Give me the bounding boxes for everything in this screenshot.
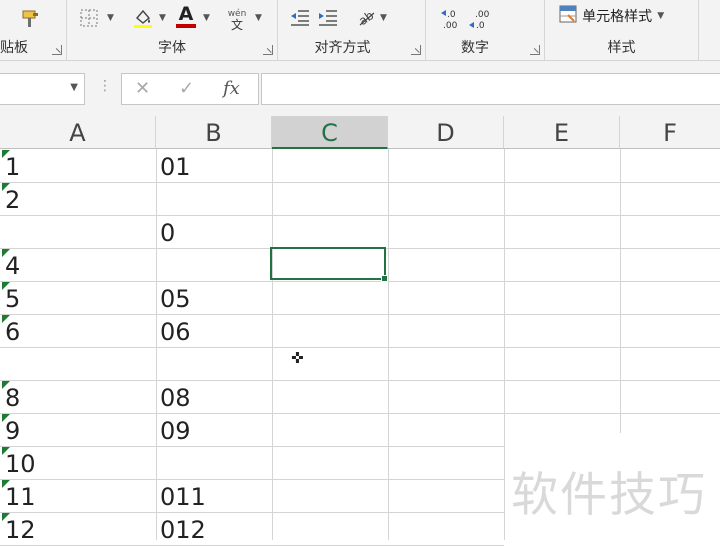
column-header-c[interactable]: C [272, 116, 388, 149]
phonetic-guide-icon[interactable]: wén 文 [227, 9, 247, 31]
column-header-f[interactable]: F [620, 116, 720, 149]
column-header-e[interactable]: E [504, 116, 620, 149]
cell-a4[interactable]: 4 [5, 248, 153, 281]
cell-b6[interactable]: 06 [160, 314, 270, 347]
cell-a5[interactable]: 5 [5, 281, 153, 314]
decrease-indent-icon[interactable] [290, 9, 310, 31]
cell-a11[interactable]: 11 [5, 479, 153, 512]
cell-b7[interactable] [160, 347, 270, 380]
cell-a10[interactable]: 10 [5, 446, 153, 479]
formula-bar-area: ▼ ⋮ ✕ ✓ fx [0, 61, 720, 117]
cell-b9[interactable]: 09 [160, 413, 270, 446]
alignment-group: ab ▼ 对齐方式 [278, 0, 426, 60]
column-gridline [620, 149, 621, 433]
format-painter-icon[interactable] [20, 8, 42, 30]
font-color-dropdown-icon[interactable]: ▼ [203, 13, 210, 23]
clipboard-group: 粘贴板 [0, 0, 67, 60]
name-box[interactable]: ▼ [0, 73, 85, 105]
cell-a7[interactable] [5, 347, 153, 380]
cell-b2[interactable] [160, 182, 270, 215]
phonetic-dropdown-icon[interactable]: ▼ [255, 13, 262, 23]
cell-cursor-icon: ✜ [291, 349, 304, 367]
cell-b4[interactable] [160, 248, 270, 281]
cell-b5[interactable]: 05 [160, 281, 270, 314]
cell-a3[interactable] [5, 215, 153, 248]
formula-buttons: ✕ ✓ fx [121, 73, 259, 105]
cell-b3[interactable]: 0 [160, 215, 270, 248]
cell-b10[interactable] [160, 446, 270, 479]
font-color-icon[interactable]: A [175, 3, 197, 29]
styles-group-label: 样式 [607, 40, 636, 56]
cell-a2[interactable]: 2 [5, 182, 153, 215]
name-box-dropdown-icon[interactable]: ▼ [70, 82, 78, 93]
svg-text:.0: .0 [447, 10, 456, 20]
ribbon: 粘贴板 ▼ ▼ A ▼ wén 文 ▼ [0, 0, 720, 61]
decrease-decimal-icon[interactable]: .00 .0 [468, 7, 490, 35]
column-gridline [156, 149, 157, 540]
insert-function-icon[interactable]: fx [223, 78, 240, 99]
watermark: 软件技巧 [511, 468, 707, 523]
orientation-icon[interactable]: ab [356, 7, 378, 31]
cell-a8[interactable]: 8 [5, 380, 153, 413]
column-header-d[interactable]: D [388, 116, 504, 149]
alignment-group-label: 对齐方式 [314, 40, 371, 56]
styles-group: 单元格样式 ▼ 样式 [545, 0, 699, 60]
svg-text:.00: .00 [475, 10, 490, 20]
clipboard-dialog-launcher-icon[interactable] [52, 45, 62, 55]
phonetic-bottom-text: 文 [230, 18, 243, 32]
cell-b1[interactable]: 01 [160, 149, 270, 182]
active-cell-c4[interactable] [270, 247, 388, 282]
borders-icon[interactable] [80, 9, 98, 27]
number-group: .0 .00 .00 .0 数字 [426, 0, 545, 60]
svg-text:.0: .0 [476, 21, 485, 31]
font-group-label: 字体 [158, 40, 186, 56]
formula-input[interactable] [261, 73, 720, 105]
cancel-icon[interactable]: ✕ [135, 78, 150, 99]
cell-a6[interactable]: 6 [5, 314, 153, 347]
column-gridline [504, 149, 505, 540]
cell-styles-dropdown-icon: ▼ [657, 11, 665, 21]
fill-color-icon[interactable] [132, 7, 154, 29]
increase-indent-icon[interactable] [318, 9, 338, 31]
font-group: ▼ ▼ A ▼ wén 文 ▼ 字体 [67, 0, 278, 60]
borders-dropdown-icon[interactable]: ▼ [107, 13, 114, 23]
cell-styles-button[interactable]: 单元格样式 ▼ [559, 5, 664, 27]
enter-icon[interactable]: ✓ [179, 78, 194, 99]
svg-text:ab: ab [356, 8, 376, 27]
column-gridline [388, 149, 389, 540]
fill-handle[interactable] [381, 275, 388, 282]
cell-styles-label: 单元格样式 [582, 9, 653, 25]
orientation-dropdown-icon[interactable]: ▼ [380, 13, 387, 23]
number-group-label: 数字 [461, 40, 489, 56]
increase-decimal-icon[interactable]: .0 .00 [440, 7, 462, 35]
column-gridline [272, 149, 273, 540]
cell-a1[interactable]: 1 [5, 149, 153, 182]
number-dialog-launcher-icon[interactable] [530, 45, 540, 55]
cell-a12[interactable]: 12 [5, 512, 153, 545]
cell-b8[interactable]: 08 [160, 380, 270, 413]
column-header-a[interactable]: A [0, 116, 156, 149]
column-header-b[interactable]: B [156, 116, 272, 149]
fill-color-dropdown-icon[interactable]: ▼ [159, 13, 166, 23]
cell-b11[interactable]: 011 [160, 479, 270, 512]
row-gridline [0, 545, 504, 546]
cell-a9[interactable]: 9 [5, 413, 153, 446]
splitter-handle[interactable]: ⋮ [98, 79, 112, 93]
font-color-letter: A [178, 3, 194, 25]
cell-styles-icon [559, 5, 577, 27]
cell-b12[interactable]: 012 [160, 512, 270, 545]
svg-text:.00: .00 [443, 21, 458, 31]
